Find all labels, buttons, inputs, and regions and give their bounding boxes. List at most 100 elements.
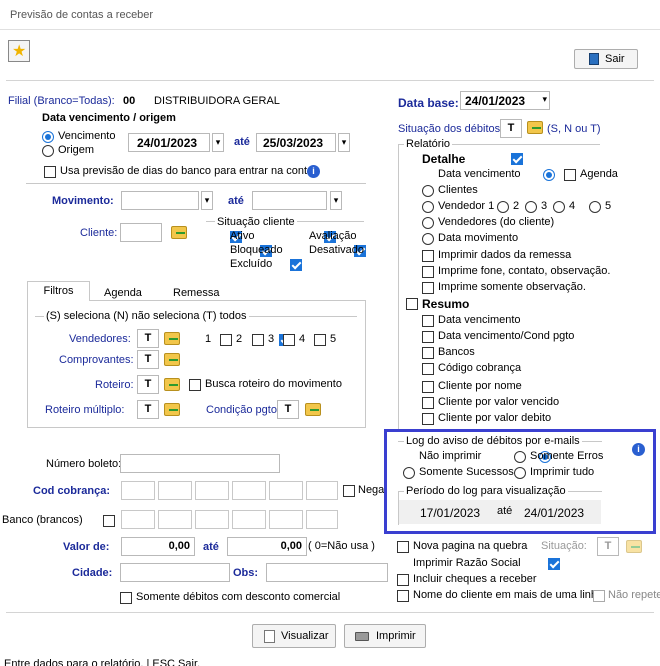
visualizar-button[interactable]: Visualizar	[252, 624, 336, 648]
situacao-debitos-label: Situação dos débitos:	[398, 123, 504, 135]
vencimento-radio[interactable]	[42, 131, 54, 144]
filial-code[interactable]: 00	[123, 95, 135, 107]
log-date-to[interactable]: 24/01/2023	[524, 506, 584, 520]
cod-cobranca-field-1[interactable]	[121, 481, 155, 500]
r-data-venc-cond-checkbox[interactable]	[422, 331, 434, 343]
comprovantes-lookup-icon[interactable]	[164, 353, 180, 366]
nega-checkbox[interactable]	[343, 485, 355, 497]
razao-social-checkbox[interactable]	[547, 558, 560, 571]
log-info-icon[interactable]: i	[632, 443, 645, 456]
data-vencimento-radio[interactable]	[542, 169, 555, 182]
comprovantes-input[interactable]: T	[137, 350, 159, 369]
cod-cobranca-field-5[interactable]	[269, 481, 303, 500]
nao-repete-checkbox[interactable]	[593, 590, 605, 602]
movimento-to-dropdown[interactable]: ▾	[330, 191, 342, 210]
obs-input[interactable]	[266, 563, 388, 582]
cod-cobranca-field-6[interactable]	[306, 481, 338, 500]
printer-icon	[355, 632, 369, 641]
r-cliente-debito-checkbox[interactable]	[422, 413, 434, 425]
banco-field-4[interactable]	[232, 510, 266, 529]
vendedor-5-radio[interactable]	[589, 201, 601, 213]
somente-erros-radio[interactable]	[514, 451, 526, 463]
r-cod-cobranca-checkbox[interactable]	[422, 363, 434, 375]
favorite-button[interactable]: ★	[8, 40, 30, 62]
data-base-input[interactable]: 24/01/2023 ▾	[460, 91, 550, 110]
vendedor-4-radio[interactable]	[553, 201, 565, 213]
banco-brancos-checkbox[interactable]	[103, 515, 115, 527]
somente-sucessos-radio[interactable]	[403, 467, 415, 479]
valor-from-input[interactable]: 0,00	[121, 537, 195, 556]
vendedor-3-radio[interactable]	[525, 201, 537, 213]
cod-cobranca-field-3[interactable]	[195, 481, 229, 500]
r-cliente-nome-checkbox[interactable]	[422, 381, 434, 393]
detalhe-checkbox[interactable]	[511, 153, 524, 166]
window-title: Previsão de contas a receber	[10, 9, 154, 21]
vendedor-5-checkbox[interactable]	[314, 334, 326, 346]
banco-field-3[interactable]	[195, 510, 229, 529]
imprimir-tudo-radio[interactable]	[514, 467, 526, 479]
r-cliente-vencido-checkbox[interactable]	[422, 397, 434, 409]
roteiro-lookup-icon[interactable]	[164, 378, 180, 391]
somente-desconto-checkbox[interactable]	[120, 592, 132, 604]
busca-roteiro-checkbox[interactable]	[189, 379, 201, 391]
imprimir-button[interactable]: Imprimir	[344, 624, 426, 648]
roteiro-multiplo-input[interactable]: T	[137, 400, 159, 419]
banco-field-1[interactable]	[121, 510, 155, 529]
vendedores-cliente-radio[interactable]	[422, 217, 434, 229]
usa-previsao-checkbox[interactable]	[44, 166, 56, 178]
date-to-dropdown[interactable]: ▾	[338, 133, 350, 152]
info-icon[interactable]: i	[307, 165, 320, 178]
movimento-from-input[interactable]	[121, 191, 199, 210]
numero-boleto-input[interactable]	[120, 454, 280, 473]
situacao-debitos-input[interactable]: T	[500, 119, 522, 138]
tab-filtros[interactable]: Filtros	[27, 281, 90, 301]
movimento-to-input[interactable]	[252, 191, 327, 210]
situacao-lookup-icon[interactable]	[626, 540, 642, 553]
tab-remessa[interactable]: Remessa	[173, 287, 219, 299]
date-from-input[interactable]: 24/01/2023	[128, 133, 210, 152]
cod-cobranca-field-2[interactable]	[158, 481, 192, 500]
movimento-ate-label: até	[228, 195, 244, 207]
banco-field-5[interactable]	[269, 510, 303, 529]
agenda-checkbox[interactable]	[564, 169, 576, 181]
roteiro-multiplo-lookup-icon[interactable]	[164, 403, 180, 416]
cod-cobranca-field-4[interactable]	[232, 481, 266, 500]
situacao-input[interactable]: T	[597, 537, 619, 556]
vendedor-2-radio[interactable]	[497, 201, 509, 213]
condicao-pgto-input[interactable]: T	[277, 400, 299, 419]
imprime-fone-checkbox[interactable]	[422, 266, 434, 278]
vendedor-3-checkbox[interactable]	[252, 334, 264, 346]
valor-to-input[interactable]: 0,00	[227, 537, 307, 556]
incluir-cheques-checkbox[interactable]	[397, 574, 409, 586]
nome-cliente-checkbox[interactable]	[397, 590, 409, 602]
cliente-input[interactable]	[120, 223, 162, 242]
date-from-dropdown[interactable]: ▾	[212, 133, 224, 152]
cliente-lookup-icon[interactable]	[171, 226, 187, 239]
vendedor-4-checkbox[interactable]	[283, 334, 295, 346]
excluido-checkbox[interactable]	[290, 259, 303, 272]
movimento-from-dropdown[interactable]: ▾	[201, 191, 213, 210]
nova-pagina-checkbox[interactable]	[397, 541, 409, 553]
origem-radio[interactable]	[42, 145, 54, 157]
roteiro-input[interactable]: T	[137, 375, 159, 394]
date-to-input[interactable]: 25/03/2023	[256, 133, 336, 152]
data-movimento-radio[interactable]	[422, 233, 434, 245]
vendedor-radio[interactable]	[422, 201, 434, 213]
banco-field-2[interactable]	[158, 510, 192, 529]
situacao-debitos-lookup-icon[interactable]	[527, 121, 543, 134]
vendedores-input[interactable]: T	[137, 329, 159, 348]
tab-agenda[interactable]: Agenda	[104, 287, 142, 299]
exit-button[interactable]: Sair	[574, 49, 638, 69]
r-data-venc-checkbox[interactable]	[422, 315, 434, 327]
r-bancos-checkbox[interactable]	[422, 347, 434, 359]
log-date-from[interactable]: 17/01/2023	[420, 506, 480, 520]
imprimir-remessa-checkbox[interactable]	[422, 250, 434, 262]
condicao-pgto-lookup-icon[interactable]	[305, 403, 321, 416]
cidade-input[interactable]	[120, 563, 230, 582]
resumo-checkbox[interactable]	[406, 298, 418, 310]
imprime-obs-checkbox[interactable]	[422, 282, 434, 294]
clientes-radio[interactable]	[422, 185, 434, 197]
vendedores-lookup-icon[interactable]	[164, 332, 180, 345]
vendedor-2-checkbox[interactable]	[220, 334, 232, 346]
banco-field-6[interactable]	[306, 510, 338, 529]
